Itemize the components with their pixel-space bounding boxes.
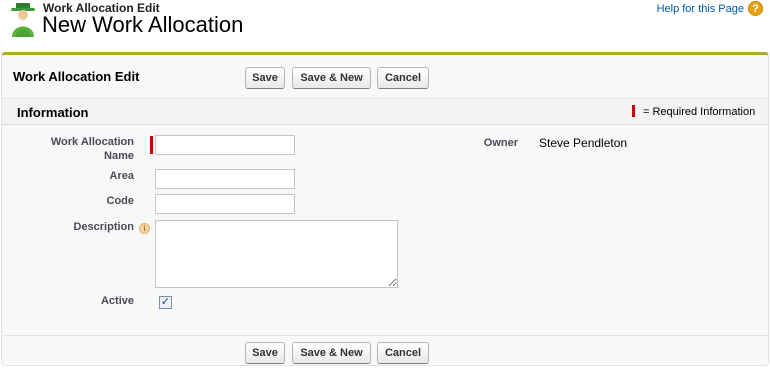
required-indicator-icon <box>632 105 635 117</box>
section-title: Information <box>17 105 89 120</box>
work-allocation-name-label-line1: Work Allocation <box>50 136 134 148</box>
form-body: Work Allocation Name Owner Steve Pendlet… <box>2 126 768 336</box>
help-info-icon[interactable]: i <box>139 223 150 234</box>
active-label: Active <box>100 295 134 307</box>
panel-title: Work Allocation Edit <box>13 69 140 84</box>
page-header: Work Allocation Edit New Work Allocation… <box>0 0 770 52</box>
save-new-button-bottom[interactable]: Save & New <box>292 342 371 364</box>
area-input[interactable] <box>155 169 295 189</box>
help-icon[interactable]: ? <box>748 1 763 16</box>
page-title: New Work Allocation <box>42 12 244 37</box>
code-label: Code <box>106 195 135 207</box>
active-checkbox[interactable]: ✓ <box>159 296 172 309</box>
owner-value: Steve Pendleton <box>539 136 628 150</box>
edit-panel: Work Allocation Edit Save Save & New Can… <box>1 52 769 366</box>
panel-header: Work Allocation Edit Save Save & New Can… <box>2 55 768 99</box>
work-allocation-name-label-line2: Name <box>104 150 134 162</box>
required-legend: = Required Information <box>643 106 756 118</box>
description-label: Description <box>73 221 134 233</box>
save-button-top[interactable]: Save <box>245 67 285 89</box>
owner-label: Owner <box>483 137 518 149</box>
work-allocation-name-label: Work Allocation Name <box>24 135 134 163</box>
work-allocation-object-icon <box>11 3 35 37</box>
work-allocation-name-input[interactable] <box>155 135 295 155</box>
required-bar <box>150 136 153 154</box>
area-label: Area <box>109 170 134 182</box>
section-header-information: Information = Required Information <box>2 99 768 125</box>
save-button-bottom[interactable]: Save <box>245 342 285 364</box>
description-textarea[interactable] <box>155 220 398 288</box>
footer-divider <box>2 335 768 336</box>
help-link[interactable]: Help for this Page <box>657 3 744 15</box>
save-new-button-top[interactable]: Save & New <box>292 67 371 89</box>
code-input[interactable] <box>155 194 295 214</box>
cancel-button-top[interactable]: Cancel <box>377 67 429 89</box>
cancel-button-bottom[interactable]: Cancel <box>377 342 429 364</box>
